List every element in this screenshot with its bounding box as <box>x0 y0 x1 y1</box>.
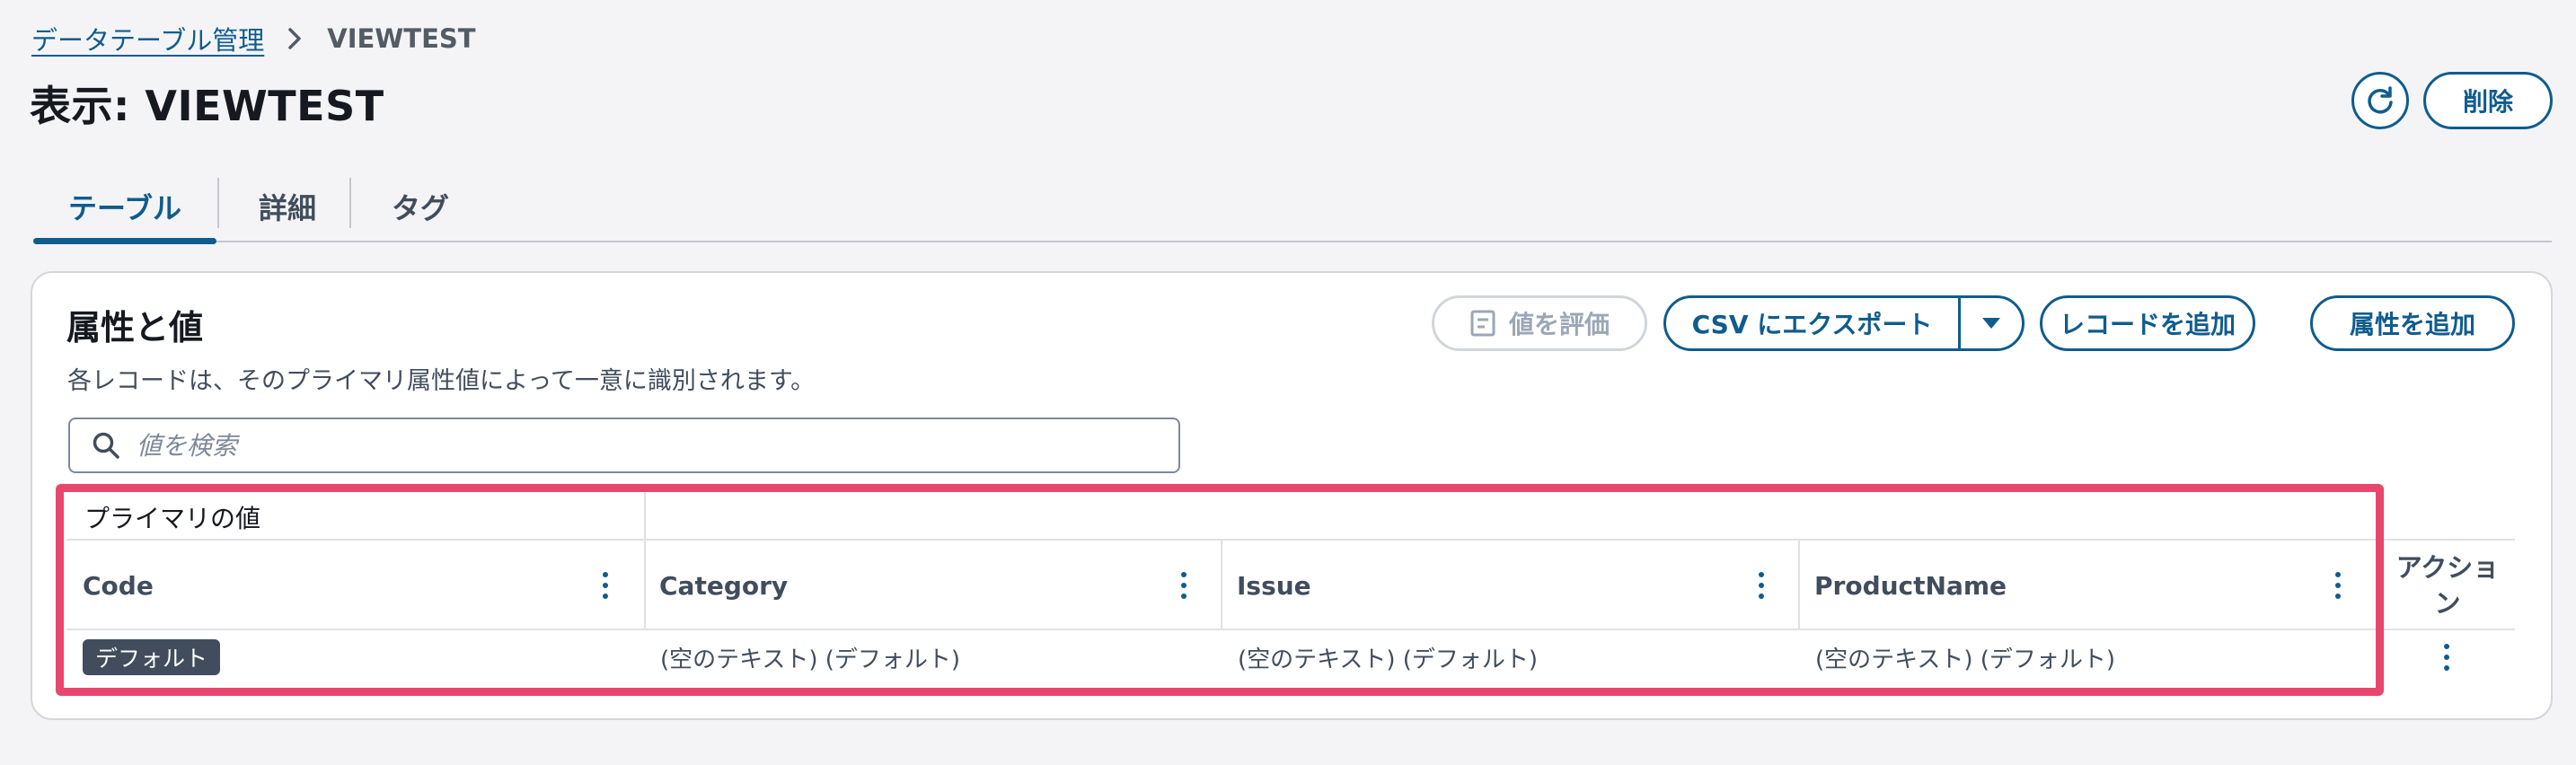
column-menu-product-name-icon[interactable] <box>2329 569 2347 602</box>
page-title: 表示: VIEWTEST <box>30 82 384 130</box>
add-record-button[interactable]: レコードを追加 <box>2040 295 2255 351</box>
column-menu-issue-icon[interactable] <box>1752 569 1770 602</box>
export-csv-button[interactable]: CSV にエクスポート <box>1666 298 1958 348</box>
tab-table[interactable]: テーブル <box>33 171 216 244</box>
row-actions-menu-icon[interactable] <box>2438 641 2456 673</box>
export-csv-split-button: CSV にエクスポート <box>1663 295 2025 351</box>
delete-button[interactable]: 削除 <box>2423 72 2553 129</box>
breadcrumb-current: VIEWTEST <box>327 23 476 54</box>
cell-product-name: (空のテキスト) (デフォルト) <box>1815 646 2116 673</box>
row-divider <box>66 629 2515 630</box>
refresh-button[interactable] <box>2351 72 2409 129</box>
column-header-category[interactable]: Category <box>659 542 788 629</box>
default-badge: デフォルト <box>83 639 221 675</box>
evaluate-values-label: 値を評価 <box>1508 310 1610 339</box>
panel-title: 属性と値 <box>66 308 204 347</box>
search-field <box>68 418 1180 473</box>
primary-values-group-header: プライマリの値 <box>84 504 261 533</box>
panel-description: 各レコードは、そのプライマリ属性値によって一意に識別されます。 <box>67 367 816 395</box>
tab-bar: テーブル 詳細 タグ <box>33 171 2552 244</box>
column-divider <box>1221 539 1222 630</box>
document-icon <box>1469 309 1496 338</box>
caret-down-icon <box>1981 316 2001 330</box>
cell-category: (空のテキスト) (デフォルト) <box>660 646 961 673</box>
breadcrumb: データテーブル管理 VIEWTEST <box>31 20 476 57</box>
column-header-issue[interactable]: Issue <box>1237 542 1311 629</box>
search-input[interactable] <box>135 429 1123 462</box>
column-header-code[interactable]: Code <box>83 542 154 629</box>
refresh-icon <box>2365 85 2395 116</box>
row-divider <box>66 539 2515 541</box>
tab-tags[interactable]: タグ <box>353 171 488 242</box>
cell-issue: (空のテキスト) (デフォルト) <box>1238 646 1539 673</box>
actions-column-header: アクション <box>2395 552 2500 619</box>
chevron-right-icon <box>287 25 307 52</box>
evaluate-values-button[interactable]: 値を評価 <box>1432 295 1647 351</box>
tab-divider <box>217 178 219 228</box>
column-divider <box>1798 539 1800 630</box>
column-header-product-name[interactable]: ProductName <box>1814 542 2007 629</box>
column-menu-category-icon[interactable] <box>1175 569 1193 602</box>
column-divider <box>644 488 646 630</box>
tab-divider <box>349 178 351 228</box>
tab-details[interactable]: 詳細 <box>220 171 355 242</box>
export-options-dropdown[interactable] <box>1961 298 2022 348</box>
search-icon <box>90 429 122 462</box>
column-menu-code-icon[interactable] <box>596 569 614 602</box>
add-attribute-button[interactable]: 属性を追加 <box>2310 295 2515 351</box>
breadcrumb-link-data-table-management[interactable]: データテーブル管理 <box>31 20 264 57</box>
attributes-table: プライマリの値 Code Category Issue ProductName … <box>66 488 2515 675</box>
